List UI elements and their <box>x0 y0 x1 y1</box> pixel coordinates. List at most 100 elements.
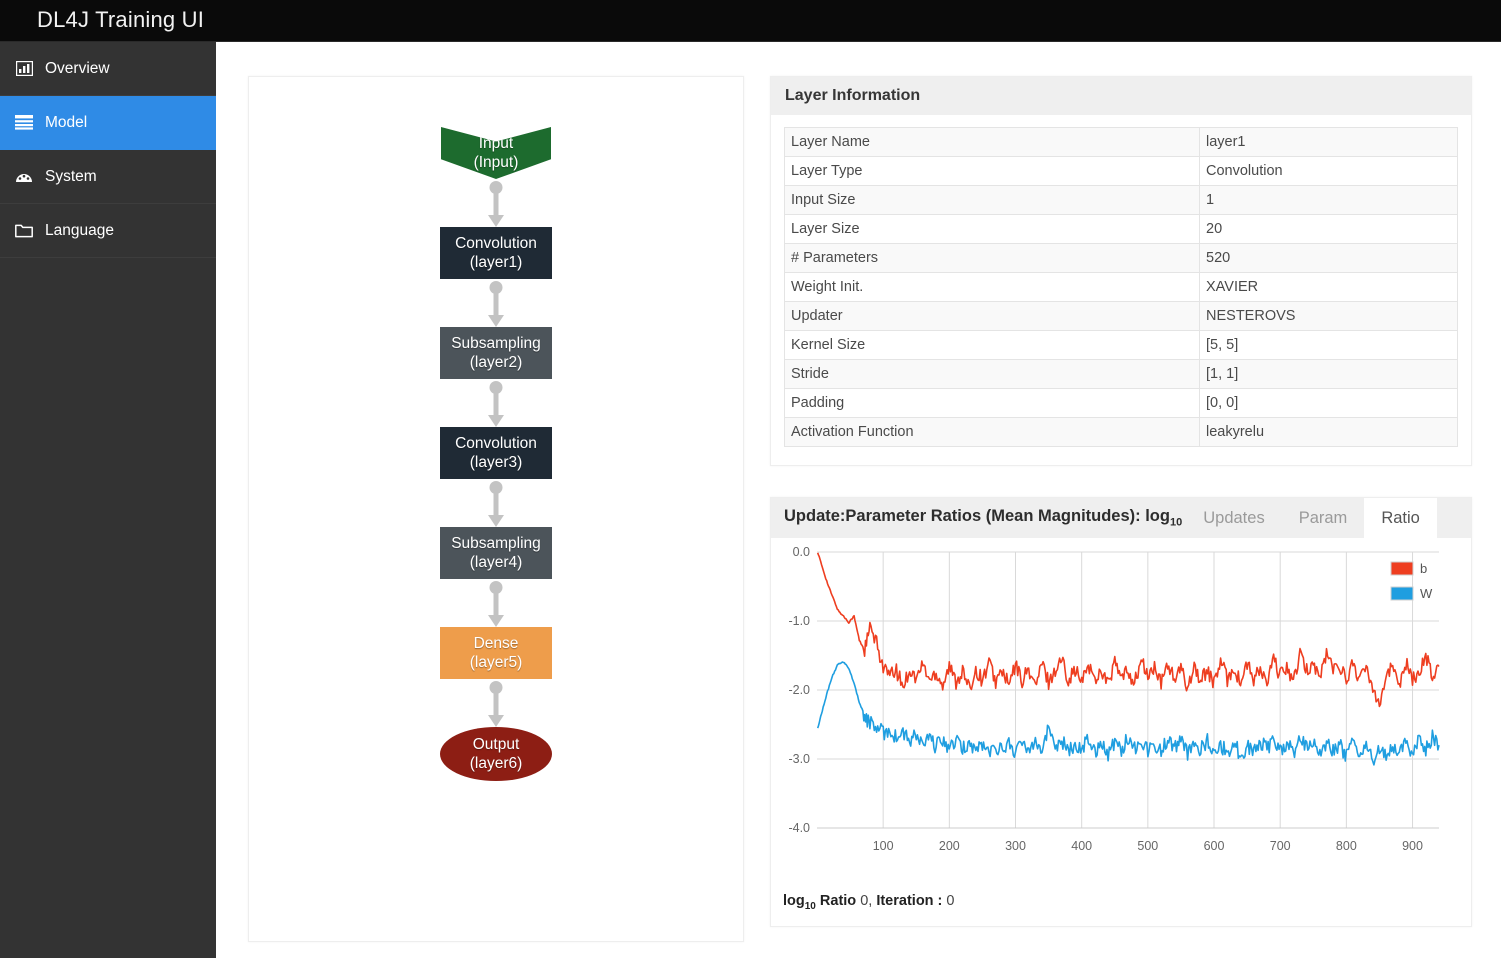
app-header: DL4J Training UI <box>0 0 1501 42</box>
graph-node-label: (layer1) <box>469 254 523 271</box>
table-row: Layer Size 20 <box>784 214 1458 244</box>
graph-node-layer1[interactable]: Convolution (layer1) <box>440 227 552 279</box>
graph-connector-arrow-icon <box>485 279 507 327</box>
x-tick-label: 100 <box>873 839 894 853</box>
graph-connector-arrow-icon <box>485 579 507 627</box>
model-graph-stack: Input (Input) Convolution (layer1) Subsa… <box>249 127 743 781</box>
layer-info-key: Stride <box>784 359 1200 389</box>
table-row: Kernel Size [5, 5] <box>784 330 1458 360</box>
legend-swatch-b[interactable] <box>1390 561 1414 576</box>
graph-node-input[interactable]: Input (Input) <box>441 127 551 179</box>
x-tick-label: 700 <box>1270 839 1291 853</box>
table-row: Layer Name layer1 <box>784 127 1458 157</box>
graph-node-layer3[interactable]: Convolution (layer3) <box>440 427 552 479</box>
sidebar: Overview Model System Language <box>0 42 216 958</box>
graph-connector-arrow-icon <box>485 679 507 727</box>
tab-ratio[interactable]: Ratio <box>1364 498 1437 538</box>
sidebar-item-system[interactable]: System <box>0 150 216 204</box>
layer-info-key: Kernel Size <box>784 330 1200 360</box>
ratios-tabs: Updates Param Ratio <box>1186 498 1437 538</box>
y-tick-label: -4.0 <box>788 821 810 835</box>
graph-node-type: Dense <box>473 635 519 652</box>
graph-node-label: (layer6) <box>469 755 523 772</box>
tab-param[interactable]: Param <box>1282 498 1365 538</box>
sidebar-item-label: System <box>45 167 97 185</box>
model-graph-panel: Input (Input) Convolution (layer1) Subsa… <box>248 76 744 942</box>
bar-chart-icon <box>13 60 35 78</box>
right-column: Layer Information Layer Name layer1 Layer … <box>770 76 1472 927</box>
server-list-icon <box>13 114 35 132</box>
layer-info-value: 20 <box>1199 214 1458 244</box>
tab-updates[interactable]: Updates <box>1186 498 1281 538</box>
table-row: Layer Type Convolution <box>784 156 1458 186</box>
legend-label-b[interactable]: b <box>1420 561 1427 576</box>
graph-node-type: Convolution <box>455 235 537 252</box>
layer-info-value: 520 <box>1199 243 1458 273</box>
ratios-chart-footer: log10 Ratio 0, Iteration : 0 <box>783 893 955 912</box>
footer-log-prefix: log <box>783 893 805 910</box>
layer-info-value: 1 <box>1199 185 1458 215</box>
legend-label-W[interactable]: W <box>1420 586 1433 601</box>
x-tick-label: 200 <box>939 839 960 853</box>
table-row: Activation Function leakyrelu <box>784 417 1458 447</box>
layer-info-key: Weight Init. <box>784 272 1200 302</box>
layer-info-value: NESTEROVS <box>1199 301 1458 331</box>
sidebar-item-label: Model <box>45 113 88 131</box>
table-row: # Parameters 520 <box>784 243 1458 273</box>
y-tick-label: -3.0 <box>788 752 810 766</box>
graph-node-type: Output <box>472 736 520 753</box>
table-row: Input Size 1 <box>784 185 1458 215</box>
y-tick-label: 0.0 <box>793 545 810 559</box>
x-tick-label: 600 <box>1204 839 1225 853</box>
layer-info-key: Layer Name <box>784 127 1200 157</box>
layer-information-card: Layer Information Layer Name layer1 Layer … <box>770 76 1472 466</box>
x-tick-label: 500 <box>1137 839 1158 853</box>
ratios-line-chart[interactable]: 0.0 -1.0 -2.0 -3.0 -4.0 100 200 300 400 500 600 700… <box>771 538 1471 868</box>
table-row: Weight Init. XAVIER <box>784 272 1458 302</box>
graph-node-label: (layer3) <box>469 454 523 471</box>
table-row: Updater NESTEROVS <box>784 301 1458 331</box>
graph-node-label: (layer2) <box>469 354 523 371</box>
sidebar-item-overview[interactable]: Overview <box>0 42 216 96</box>
sidebar-item-language[interactable]: Language <box>0 204 216 258</box>
footer-metric-label: Ratio <box>819 893 857 910</box>
layer-info-value: layer1 <box>1199 127 1458 157</box>
update-parameter-ratios-card: Update:Parameter Ratios (Mean Magnitudes… <box>770 497 1472 927</box>
layer-info-key: Input Size <box>784 185 1200 215</box>
footer-separator: , <box>868 893 873 910</box>
graph-connector-arrow-icon <box>485 179 507 227</box>
footer-iteration-value: 0 <box>946 893 955 910</box>
layer-info-value: [0, 0] <box>1199 388 1458 418</box>
graph-connector-arrow-icon <box>485 479 507 527</box>
footer-iteration-label: Iteration : <box>876 893 943 910</box>
layer-information-title: Layer Information <box>771 77 1471 115</box>
graph-node-type: Subsampling <box>451 335 541 352</box>
graph-node-label: (layer4) <box>469 554 523 571</box>
layer-info-key: Padding <box>784 388 1200 418</box>
graph-node-label: (layer5) <box>469 654 523 671</box>
graph-node-layer2[interactable]: Subsampling (layer2) <box>440 327 552 379</box>
layer-info-key: Activation Function <box>784 417 1200 447</box>
ratios-plot-area[interactable]: 0.0 -1.0 -2.0 -3.0 -4.0 100 200 300 400 500 600 700… <box>771 538 1471 868</box>
series-line-b[interactable] <box>816 552 1440 708</box>
ratios-chart-title: Update:Parameter Ratios (Mean Magnitudes… <box>771 507 1182 528</box>
folder-icon <box>13 222 35 240</box>
layer-info-key: # Parameters <box>784 243 1200 273</box>
legend-swatch-W[interactable] <box>1390 586 1414 601</box>
x-tick-label: 800 <box>1336 839 1357 853</box>
graph-node-layer4[interactable]: Subsampling (layer4) <box>440 527 552 579</box>
layer-info-value: [5, 5] <box>1199 330 1458 360</box>
graph-node-layer5[interactable]: Dense (layer5) <box>440 627 552 679</box>
app-title: DL4J Training UI <box>37 7 205 32</box>
table-row: Stride [1, 1] <box>784 359 1458 389</box>
layer-info-value: [1, 1] <box>1199 359 1458 389</box>
layer-info-value: leakyrelu <box>1199 417 1458 447</box>
x-tick-label: 400 <box>1071 839 1092 853</box>
main-content: Input (Input) Convolution (layer1) Subsa… <box>216 42 1501 958</box>
layer-information-body: Layer Name layer1 Layer Type Convolution Inp… <box>771 115 1471 465</box>
graph-node-layer6[interactable]: Output (layer6) <box>440 727 552 781</box>
graph-node-label: (Input) <box>473 154 519 171</box>
sidebar-item-model[interactable]: Model <box>0 96 216 150</box>
x-tick-label: 300 <box>1005 839 1026 853</box>
y-tick-label: -2.0 <box>788 683 810 697</box>
